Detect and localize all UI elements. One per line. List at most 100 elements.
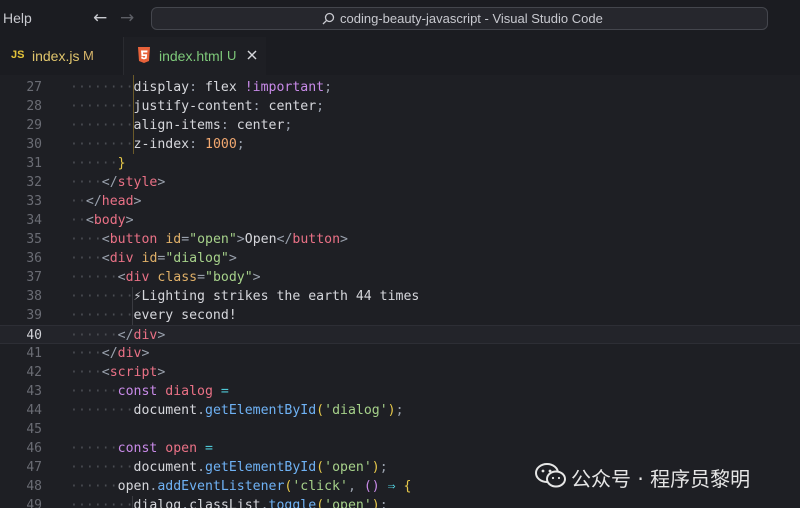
line-number: 47 xyxy=(26,460,42,475)
search-icon xyxy=(322,12,335,25)
code-token: < xyxy=(85,213,94,228)
code-token: flex xyxy=(205,80,245,95)
code-token: div xyxy=(109,251,134,266)
code-token: : xyxy=(189,80,205,95)
code-line[interactable]: 31 ······} xyxy=(0,154,800,173)
code-text: ······const open = xyxy=(70,439,213,458)
code-line[interactable]: 27 ········display: flex !important; xyxy=(0,78,800,97)
code-line[interactable]: 42 ····<script> xyxy=(0,363,800,382)
code-line[interactable]: 49 ········dialog.classList.toggle('open'… xyxy=(0,496,800,508)
code-line[interactable]: 33 ··</head> xyxy=(0,192,800,211)
indent-whitespace: ···· xyxy=(70,365,102,380)
tab-index-js[interactable]: JS index.js M xyxy=(0,37,124,75)
code-text: ····<button id="open">Open</button> xyxy=(70,230,348,249)
indent-whitespace: ···· xyxy=(70,251,102,266)
code-text: ········justify-content: center; xyxy=(70,97,324,116)
line-number: 30 xyxy=(26,137,42,152)
line-number: 32 xyxy=(26,175,42,190)
indent-whitespace: ········ xyxy=(70,99,134,114)
line-number: 46 xyxy=(26,441,42,456)
code-token: ; xyxy=(324,80,333,95)
code-line[interactable]: 35 ····<button id="open">Open</button> xyxy=(0,230,800,249)
code-token: 1000 xyxy=(205,137,237,152)
code-token: addEventListener xyxy=(157,479,285,494)
code-token: = xyxy=(212,384,229,399)
line-number: 48 xyxy=(26,479,42,494)
code-token: = xyxy=(197,270,206,285)
line-number: 42 xyxy=(26,365,42,380)
code-line[interactable]: 45 xyxy=(0,420,800,439)
command-center-text: coding-beauty-javascript - Visual Studio… xyxy=(340,11,603,26)
tab-label: index.js xyxy=(32,48,80,64)
code-line[interactable]: 36 ····<div id="dialog"> xyxy=(0,249,800,268)
forward-arrow-icon[interactable]: → xyxy=(120,8,138,28)
wechat-icon xyxy=(535,463,566,488)
html5-icon xyxy=(138,47,150,63)
code-text: ········document.getElementById('open'); xyxy=(70,458,388,477)
code-text: ······<div class="body"> xyxy=(70,268,261,287)
indent-guide xyxy=(132,496,133,508)
code-token: const xyxy=(117,384,166,399)
close-icon[interactable] xyxy=(245,48,259,62)
indent-whitespace: ······ xyxy=(70,384,118,399)
code-line[interactable]: 46 ······const open = xyxy=(0,439,800,458)
code-token: : xyxy=(252,99,269,114)
editor-tab-bar: JS index.js M index.html U xyxy=(0,37,800,75)
code-token: < xyxy=(117,270,126,285)
code-token: ( xyxy=(316,403,325,418)
indent-whitespace: ···· xyxy=(70,346,102,361)
indent-whitespace: ······ xyxy=(70,479,118,494)
code-line[interactable]: 37 ······<div class="body"> xyxy=(0,268,800,287)
indent-whitespace: ···· xyxy=(70,175,102,190)
code-token: 'open' xyxy=(324,460,372,475)
code-token: , xyxy=(347,479,364,494)
code-text: ····</div> xyxy=(70,344,149,363)
code-text: ··<body> xyxy=(70,211,134,230)
code-token: id xyxy=(165,232,182,247)
code-line[interactable]: 32 ····</style> xyxy=(0,173,800,192)
code-token: center xyxy=(236,118,285,133)
code-line[interactable]: 29 ········align-items: center; xyxy=(0,116,800,135)
code-token: < xyxy=(101,232,110,247)
indent-whitespace: ········ xyxy=(70,118,134,133)
line-number: 40 xyxy=(26,328,42,343)
code-line[interactable]: 41 ····</div> xyxy=(0,344,800,363)
code-token: > xyxy=(228,251,237,266)
code-token: ) xyxy=(371,498,380,508)
code-token: 'click' xyxy=(292,479,348,494)
code-line[interactable]: 30 ········z-index: 1000; xyxy=(0,135,800,154)
code-line[interactable]: 43 ······const dialog = xyxy=(0,382,800,401)
line-number: 33 xyxy=(26,194,42,209)
indent-whitespace: ········ xyxy=(70,137,134,152)
code-token: class xyxy=(157,270,198,285)
indent-whitespace: ······ xyxy=(70,156,118,171)
code-line[interactable]: 38 ········⚡Lighting strikes the earth 44… xyxy=(0,287,800,306)
code-token: ; xyxy=(316,99,325,114)
tab-index-html[interactable]: index.html U xyxy=(124,37,266,75)
code-editor[interactable]: 27 ········display: flex !important; 28 ···… xyxy=(0,75,800,508)
code-token: ( xyxy=(316,460,325,475)
code-token: const xyxy=(117,441,166,456)
code-line[interactable]: 28 ········justify-content: center; xyxy=(0,97,800,116)
code-token: "dialog" xyxy=(165,251,229,266)
back-arrow-icon[interactable]: ← xyxy=(93,8,111,28)
code-line[interactable]: 34 ··<body> xyxy=(0,211,800,230)
menu-help[interactable]: Help xyxy=(3,10,32,26)
code-token: div xyxy=(133,328,158,343)
watermark-text: 公众号 · 程序员黎明 xyxy=(571,467,751,491)
indent-whitespace: ······ xyxy=(70,270,118,285)
code-token: center xyxy=(268,99,317,114)
code-token: open xyxy=(117,479,150,494)
code-token: = xyxy=(181,232,190,247)
code-token: Lighting strikes the earth 44 times xyxy=(141,289,420,304)
code-token: ; xyxy=(379,460,388,475)
indent-whitespace: ········ xyxy=(70,498,134,508)
line-number: 34 xyxy=(26,213,42,228)
command-center-search[interactable]: coding-beauty-javascript - Visual Studio… xyxy=(151,7,768,30)
code-token: every second! xyxy=(133,308,237,323)
code-line[interactable]: 44 ········document.getElementById('dialo… xyxy=(0,401,800,420)
code-token: getElementById xyxy=(205,403,317,418)
code-line[interactable]: 40 ······</div> xyxy=(0,325,800,344)
code-line[interactable]: 39 ········every second! xyxy=(0,306,800,325)
